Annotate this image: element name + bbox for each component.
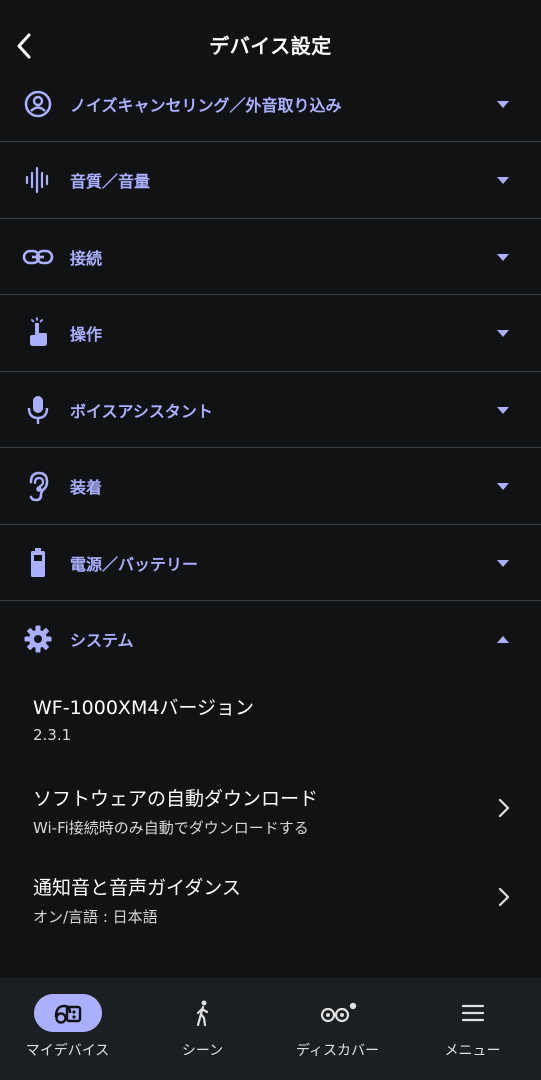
microphone-icon: [22, 394, 54, 426]
link-icon: [22, 241, 54, 273]
item-title: ソフトウェアの自動ダウンロード: [33, 788, 319, 810]
auto-download-item[interactable]: ソフトウェアの自動ダウンロード Wi-Fi接続時のみ自動でダウンロードする: [0, 784, 541, 844]
item-subtitle: オン/言語 : 日本語: [33, 908, 158, 926]
notification-guidance-item[interactable]: 通知音と音声ガイダンス オン/言語 : 日本語: [0, 873, 541, 933]
item-subtitle: Wi-Fi接続時のみ自動でダウンロードする: [33, 819, 309, 837]
chevron-down-icon: [496, 405, 510, 415]
section-label: 操作: [70, 325, 103, 344]
section-label: 装着: [70, 478, 103, 497]
battery-icon: [22, 547, 54, 579]
chevron-down-icon: [496, 99, 510, 109]
chevron-right-icon: [494, 885, 514, 909]
chevron-right-icon: [494, 796, 514, 820]
section-label: 接続: [70, 249, 103, 268]
menu-icon: [439, 994, 507, 1032]
walking-icon: [169, 994, 237, 1032]
binoculars-icon: [304, 994, 372, 1032]
chevron-down-icon: [496, 481, 510, 491]
ear-icon: [22, 470, 54, 502]
gear-icon: [22, 623, 54, 655]
section-wearing[interactable]: 装着: [0, 448, 541, 524]
touch-icon: [22, 317, 54, 349]
section-label: ノイズキャンセリング／外音取り込み: [70, 96, 342, 115]
notification-dot: [349, 1002, 356, 1010]
nav-discover[interactable]: ディスカバー: [270, 978, 405, 1080]
nav-label: シーン: [181, 1043, 224, 1059]
chevron-up-icon: [496, 634, 510, 644]
section-operation[interactable]: 操作: [0, 295, 541, 371]
headphones-icon: [33, 994, 102, 1032]
nav-my-device[interactable]: マイデバイス: [0, 978, 135, 1080]
section-system[interactable]: システム: [0, 601, 541, 677]
chevron-down-icon: [496, 328, 510, 338]
item-subtitle: 2.3.1: [33, 726, 72, 744]
nav-label: ディスカバー: [295, 1043, 380, 1059]
section-power-battery[interactable]: 電源／バッテリー: [0, 525, 541, 601]
chevron-down-icon: [496, 175, 510, 185]
section-label: システム: [70, 631, 134, 650]
page-title: デバイス設定: [209, 34, 332, 58]
chevron-down-icon: [496, 558, 510, 568]
section-label: 電源／バッテリー: [70, 555, 199, 574]
section-voice-assistant[interactable]: ボイスアシスタント: [0, 372, 541, 448]
item-title: WF-1000XM4バージョン: [33, 697, 255, 719]
nav-label: マイデバイス: [25, 1043, 110, 1059]
nav-menu[interactable]: メニュー: [405, 978, 540, 1080]
section-sound-quality[interactable]: 音質／音量: [0, 142, 541, 218]
chevron-down-icon: [496, 252, 510, 262]
sound-wave-icon: [22, 164, 54, 196]
firmware-version-item: WF-1000XM4バージョン 2.3.1: [0, 693, 541, 753]
section-label: ボイスアシスタント: [70, 402, 213, 421]
item-title: 通知音と音声ガイダンス: [33, 877, 241, 899]
section-label: 音質／音量: [70, 172, 151, 191]
section-connection[interactable]: 接続: [0, 219, 541, 295]
nav-label: メニュー: [444, 1043, 501, 1059]
bottom-nav: マイデバイス シーン ディスカバー メニュー: [0, 978, 541, 1080]
section-noise-cancelling[interactable]: ノイズキャンセリング／外音取り込み: [0, 66, 541, 142]
noise-cancel-icon: [22, 88, 54, 120]
nav-scene[interactable]: シーン: [135, 978, 270, 1080]
